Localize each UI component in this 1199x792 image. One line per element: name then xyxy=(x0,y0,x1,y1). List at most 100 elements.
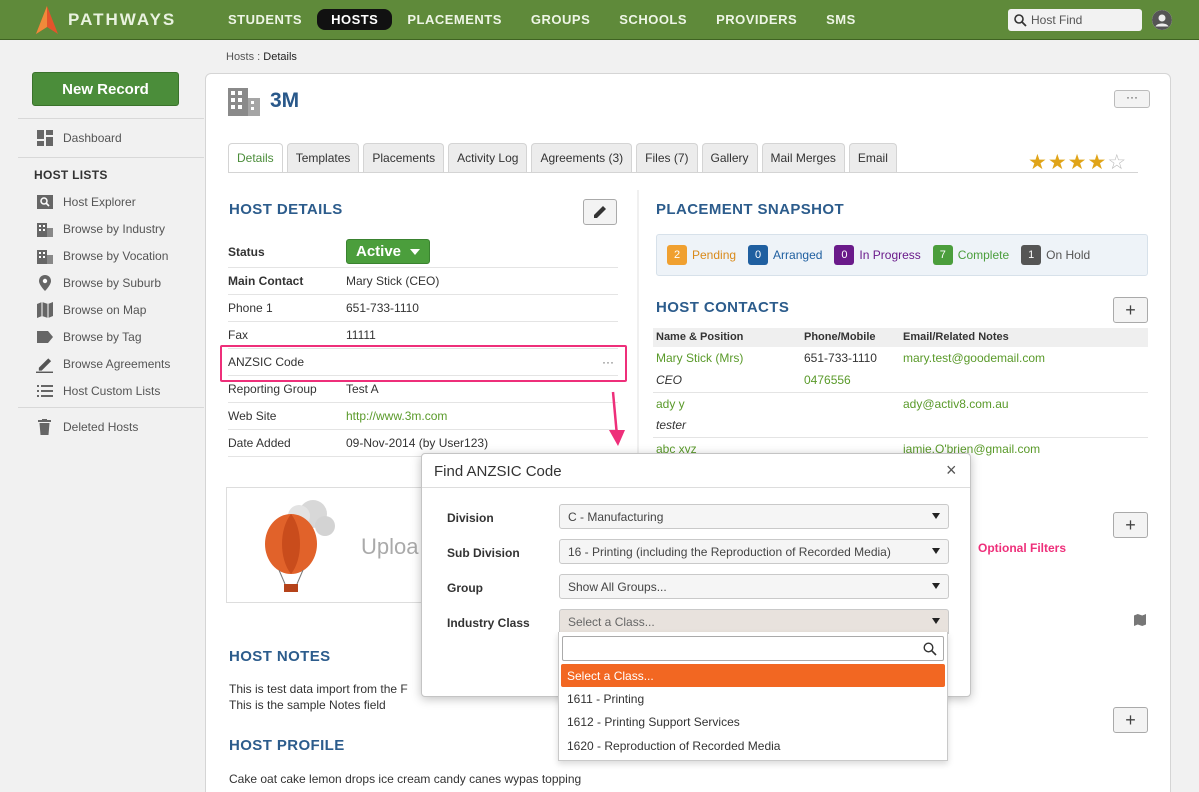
detail-label: Main Contact xyxy=(228,274,304,288)
contact-email-link[interactable]: ady@activ8.com.au xyxy=(903,397,1009,411)
host-details-title: HOST DETAILS xyxy=(229,201,343,218)
contact-name-link[interactable]: Mary Stick (Mrs) xyxy=(656,351,743,365)
breadcrumb-hosts[interactable]: Hosts xyxy=(226,51,254,63)
sidebar-item-label: Host Custom Lists xyxy=(63,384,161,398)
main-nav: STUDENTS HOSTS PLACEMENTS GROUPS SCHOOLS… xyxy=(214,9,871,30)
sidebar-item-dashboard[interactable]: Dashboard xyxy=(36,128,122,148)
division-select[interactable]: C - Manufacturing xyxy=(559,504,949,529)
tab-files[interactable]: Files (7) xyxy=(636,143,698,172)
dropdown-option[interactable]: 1611 - Printing xyxy=(561,687,945,710)
nav-sms[interactable]: SMS xyxy=(812,9,870,30)
chevron-down-icon xyxy=(932,513,940,519)
status-dropdown[interactable]: Active xyxy=(346,239,431,264)
upload-area[interactable]: Uploa xyxy=(226,487,426,603)
industry-class-select[interactable]: Select a Class... xyxy=(559,609,949,634)
tab-email[interactable]: Email xyxy=(848,143,897,172)
detail-label: Phone 1 xyxy=(228,301,273,315)
notes-line: This is the sample Notes field xyxy=(229,698,386,712)
contact-position: tester xyxy=(656,418,687,432)
select-value: 16 - Printing (including the Reproductio… xyxy=(568,544,891,559)
tab-gallery[interactable]: Gallery xyxy=(701,143,758,172)
select-value: Show All Groups... xyxy=(568,579,667,594)
tab-mail-merges[interactable]: Mail Merges xyxy=(761,143,845,172)
tab-activity-log[interactable]: Activity Log xyxy=(448,143,528,172)
nav-placements[interactable]: PLACEMENTS xyxy=(393,9,516,30)
contact-email-link[interactable]: mary.test@goodemail.com xyxy=(903,351,1045,365)
sub-division-select[interactable]: 16 - Printing (including the Reproductio… xyxy=(559,539,949,564)
dropdown-option[interactable]: Select a Class... xyxy=(561,664,945,687)
snapshot-on-hold[interactable]: 1 On Hold xyxy=(1021,245,1090,265)
sidebar-item-label: Browse on Map xyxy=(63,303,147,317)
contact-position: CEO xyxy=(656,373,683,387)
sidebar-item-browse-agreements[interactable]: Browse Agreements xyxy=(36,354,170,374)
host-notes-text: This is test data import from the F This… xyxy=(229,681,429,713)
detail-label: Date Added xyxy=(228,436,291,450)
host-contacts-title: HOST CONTACTS xyxy=(656,299,790,316)
sidebar-item-label: Browse by Vocation xyxy=(63,249,169,263)
select-value: C - Manufacturing xyxy=(568,509,664,524)
sidebar-item-label: Dashboard xyxy=(63,131,122,145)
dropdown-search-input[interactable] xyxy=(562,636,944,661)
column-header: Name & Position xyxy=(656,331,744,343)
nav-groups[interactable]: GROUPS xyxy=(517,9,604,30)
search-icon xyxy=(1014,13,1027,27)
snapshot-arranged[interactable]: 0 Arranged xyxy=(748,245,822,265)
edit-details-button[interactable] xyxy=(583,199,617,225)
detail-value: 09-Nov-2014 (by User123) xyxy=(346,436,489,450)
user-account-icon[interactable] xyxy=(1152,10,1172,30)
detail-label: Web Site xyxy=(228,409,277,423)
chevron-down-icon xyxy=(932,618,940,624)
sidebar-item-deleted-hosts[interactable]: Deleted Hosts xyxy=(36,417,138,437)
dropdown-option[interactable]: 1620 - Reproduction of Recorded Media xyxy=(561,734,945,757)
sidebar-item-label: Host Explorer xyxy=(63,195,136,209)
sidebar-item-label: Browse by Suburb xyxy=(63,276,162,290)
website-link[interactable]: http://www.3m.com xyxy=(346,409,447,423)
sidebar-item-browse-suburb[interactable]: Browse by Suburb xyxy=(36,273,161,293)
sub-division-label: Sub Division xyxy=(447,546,520,560)
pathways-logo-icon xyxy=(36,6,58,34)
star-rating[interactable]: ★★★★ ☆ xyxy=(1028,150,1127,175)
sidebar-divider xyxy=(18,407,204,408)
nav-providers[interactable]: PROVIDERS xyxy=(702,9,811,30)
nav-students[interactable]: STUDENTS xyxy=(214,9,316,30)
trash-icon xyxy=(36,419,53,436)
group-select[interactable]: Show All Groups... xyxy=(559,574,949,599)
sidebar-item-host-explorer[interactable]: Host Explorer xyxy=(36,192,136,212)
filled-stars-icon: ★★★★ xyxy=(1028,151,1108,174)
snapshot-count: 7 xyxy=(932,245,953,265)
host-find-input[interactable]: Host Find xyxy=(1008,9,1142,31)
more-options-button[interactable]: ··· xyxy=(1114,90,1150,108)
close-icon[interactable]: × xyxy=(946,460,957,481)
tab-templates[interactable]: Templates xyxy=(286,143,360,172)
contact-name-link[interactable]: ady y xyxy=(656,397,685,411)
snapshot-pending[interactable]: 2 Pending xyxy=(667,245,736,265)
new-record-button[interactable]: New Record xyxy=(32,72,179,106)
contact-mobile[interactable]: 0476556 xyxy=(804,373,851,387)
add-button[interactable]: + xyxy=(1113,512,1148,538)
host-notes-title: HOST NOTES xyxy=(229,648,331,665)
plus-icon: + xyxy=(1125,709,1136,730)
sidebar-item-custom-lists[interactable]: Host Custom Lists xyxy=(36,381,160,401)
map-icon[interactable] xyxy=(1134,614,1146,629)
sidebar-divider xyxy=(18,118,204,119)
add-contact-button[interactable]: + xyxy=(1113,297,1148,323)
tab-placements[interactable]: Placements xyxy=(363,143,445,172)
nav-schools[interactable]: SCHOOLS xyxy=(605,9,701,30)
sidebar-item-browse-industry[interactable]: Browse by Industry xyxy=(36,219,165,239)
snapshot-in-progress[interactable]: 0 In Progress xyxy=(834,245,921,265)
add-button[interactable]: + xyxy=(1113,707,1148,733)
sidebar-item-browse-map[interactable]: Browse on Map xyxy=(36,300,146,320)
tab-agreements[interactable]: Agreements (3) xyxy=(531,143,633,172)
logo[interactable]: PATHWAYS xyxy=(34,6,176,34)
dropdown-option[interactable]: 1612 - Printing Support Services xyxy=(561,710,945,733)
snapshot-label: Pending xyxy=(692,248,737,262)
sidebar-item-browse-vocation[interactable]: Browse by Vocation xyxy=(36,246,168,266)
host-lists-heading: HOST LISTS xyxy=(34,168,108,182)
snapshot-complete[interactable]: 7 Complete xyxy=(932,245,1009,265)
tab-details[interactable]: Details xyxy=(228,143,283,172)
sidebar-item-browse-tag[interactable]: Browse by Tag xyxy=(36,327,142,347)
search-icon xyxy=(923,642,937,656)
snapshot-count: 0 xyxy=(748,245,769,265)
nav-hosts[interactable]: HOSTS xyxy=(317,9,393,30)
breadcrumb: Hosts : Details xyxy=(226,51,297,63)
